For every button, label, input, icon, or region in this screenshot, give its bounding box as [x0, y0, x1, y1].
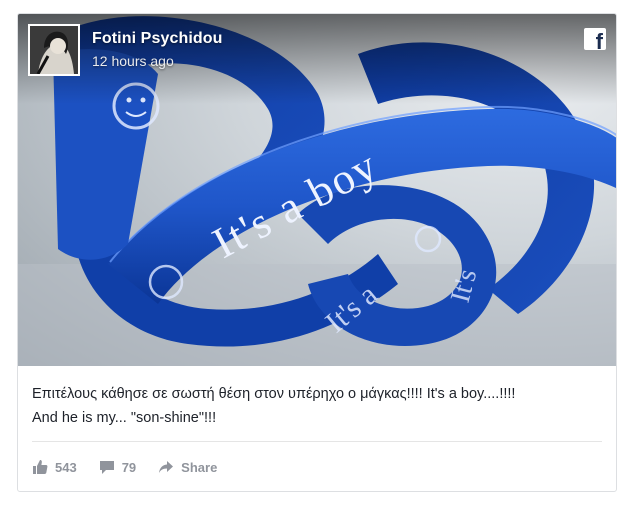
share-button[interactable]: Share: [158, 460, 217, 475]
share-label: Share: [181, 459, 218, 475]
post-actions: 543 79 Share: [32, 456, 239, 478]
comment-count: 79: [121, 459, 137, 475]
post-timestamp[interactable]: 12 hours ago: [92, 53, 174, 69]
embedded-post-card: It's a boy It's a It's Fotini Psychidou …: [17, 13, 617, 492]
share-arrow-icon: [159, 461, 174, 473]
avatar-photo: [30, 26, 78, 74]
comment-button[interactable]: 79: [99, 459, 136, 475]
author-name[interactable]: Fotini Psychidou: [92, 30, 223, 48]
author-avatar[interactable]: [28, 24, 80, 76]
post-text-line-1: Επιτέλους κάθησε σε σωστή θέση στον υπέρ…: [32, 386, 516, 402]
divider: [32, 441, 602, 442]
post-text: Επιτέλους κάθησε σε σωστή θέση στον υπέρ…: [32, 382, 604, 430]
thumbs-up-icon: [33, 460, 48, 474]
comment-icon: [99, 461, 114, 474]
post-text-line-2: And he is my... "son-shine"!!!: [32, 410, 217, 426]
like-count: 543: [55, 459, 77, 475]
like-button[interactable]: 543: [32, 459, 77, 475]
facebook-icon[interactable]: f: [584, 28, 606, 53]
